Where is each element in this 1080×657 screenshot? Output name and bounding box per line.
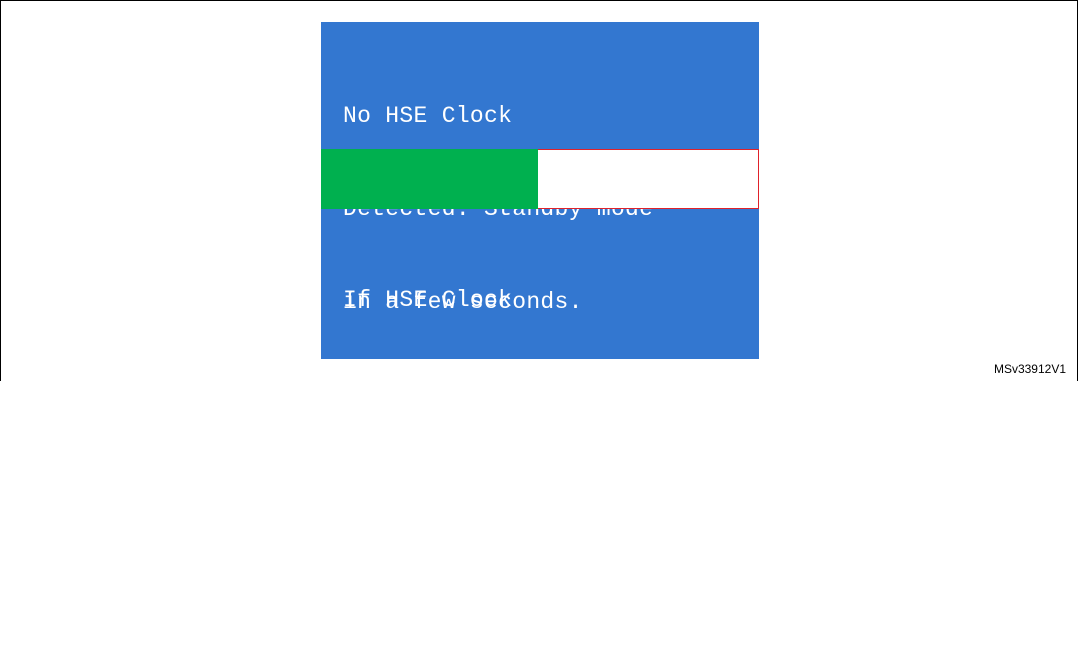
standby-countdown-progress-bar: [321, 149, 759, 209]
reset-info-message: If HSE Clock recovers before the timeout…: [343, 223, 611, 657]
info-line: If HSE Clock: [343, 287, 513, 313]
figure-reference-code: MSv33912V1: [993, 362, 1066, 376]
progress-fill: [321, 149, 539, 209]
hse-clock-alert-panel: No HSE Clock Detected. Standby mode in a…: [321, 22, 759, 592]
info-line: timeout a system: [343, 473, 569, 499]
info-line: reset is generated: [343, 566, 597, 592]
info-line: recovers before the: [343, 380, 611, 406]
warning-line: No HSE Clock: [343, 103, 513, 129]
